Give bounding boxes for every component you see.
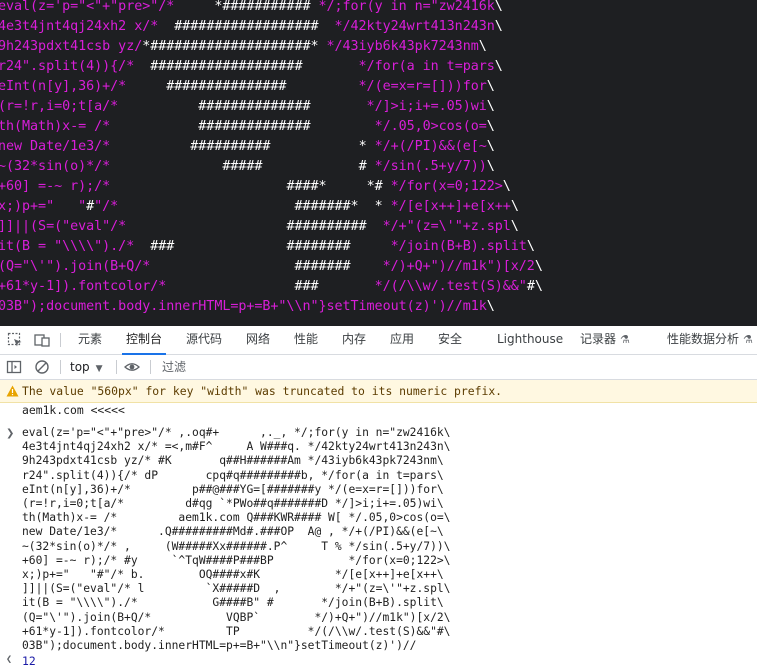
art-line: +61*y-1]).fontcolor/* ### */(/\\w/.test(… (0, 279, 543, 294)
console-input-line: eInt(n[y],36)+/* p##@###YG=[#######y */(… (22, 482, 444, 496)
tab-application[interactable]: 应用 (390, 326, 414, 354)
art-line: eval(z='p="<"+"pre>"/* *########### */;f… (0, 0, 503, 14)
console-input-line: +60] =-~ r);/* #y `^TqW####P###BP */for(… (22, 553, 451, 567)
art-line: (r=!r,i=0;t[a/* ############## */]>i;i+=… (0, 99, 495, 114)
art-line: 03B");document.body.innerHTML=p+=B+"\\n"… (0, 299, 495, 314)
warning-text: The value "560px" for key "width" was tr… (22, 384, 503, 398)
eye-icon[interactable] (124, 359, 140, 375)
toolbar-divider (116, 360, 117, 374)
console-toolbar: top ▼ (0, 355, 757, 380)
art-line: th(Math)x-= /* ############## */.05,0>co… (0, 119, 495, 134)
tab-performance[interactable]: 性能 (294, 326, 318, 354)
art-line: 9h243pdxt41csb yz/*####################*… (0, 39, 487, 54)
tab-memory[interactable]: 内存 (342, 326, 366, 354)
console-input-line: ]]||(S=("eval"/* l `X#####D , */+"(z=\'"… (22, 582, 451, 596)
tab-elements[interactable]: 元素 (78, 326, 102, 354)
console-input-line: x;)p+=" "#"/* b. OQ####x#K */[e[x++]+e[x… (22, 568, 444, 581)
tab-security[interactable]: 安全 (438, 326, 462, 354)
inspect-element-icon[interactable] (7, 332, 23, 348)
console-input-line: it(B = "\\\\")./* G####B" # */join(B+B).… (22, 596, 444, 610)
chevron-right-icon[interactable]: ❯ (6, 428, 14, 439)
warning-icon (6, 385, 19, 397)
console-input-line: 4e3t4jnt4qj24xh2 x/* =<,m#F^ A W###q. */… (22, 440, 451, 454)
dropdown-caret-icon: ▼ (95, 364, 103, 374)
art-line: it(B = "\\\\")./* ### ######## */join(B+… (0, 239, 535, 254)
console-warning-message: The value "560px" for key "width" was tr… (0, 380, 757, 403)
console-input-line: eval(z='p="<"+"pre>"/* ,.oq#+ ,._, */;fo… (22, 426, 451, 439)
art-line: r24".split(4)){/* ################### */… (0, 59, 503, 74)
tab-lighthouse[interactable]: Lighthouse (497, 326, 563, 354)
clear-console-icon[interactable] (34, 359, 50, 375)
art-line: eInt(n[y],36)+/* ############### */(e=x=… (0, 79, 495, 94)
chevron-left-icon: ❮ (6, 654, 13, 665)
tab-recorder[interactable]: 记录器 ⚗ (580, 326, 630, 354)
art-line: x;)p+=" "#"/* #######* * */[e[x++]+e[x++… (0, 199, 519, 214)
console-log-message: aem1k.com <<<<< (22, 403, 125, 417)
console-input-line: (r=!r,i=0;t[a/* d#qg `*PWo##q#######D */… (22, 497, 444, 510)
page-render-area: eval(z='p="<"+"pre>"/* *########### */;f… (0, 0, 757, 326)
toolbar-divider (60, 333, 61, 347)
toolbar-divider (150, 360, 151, 374)
devtools-tab-bar: 元素 控制台 源代码 网络 性能 内存 应用 安全 Lighthouse 记录器… (0, 326, 757, 355)
tab-performance-insights[interactable]: 性能数据分析 ⚗ (667, 326, 753, 354)
context-selector-value: top (70, 360, 90, 374)
art-line: new Date/1e3/* ########## * */+(/PI)&&(e… (0, 139, 495, 154)
console-input-line: r24".split(4)){/* dP cpq#q#########b, */… (22, 468, 444, 482)
art-line: +60] =-~ r);/* ####* *# */for(x=0;122>\ (0, 179, 511, 194)
art-line: 4e3t4jnt4qj24xh2 x/* ################## … (0, 19, 503, 34)
console-input-line: (Q="\'").join(B+Q/* VQBP` */)+Q+")//m1k"… (22, 610, 451, 624)
sidebar-toggle-icon[interactable] (6, 359, 22, 375)
console-input-line: 9h243pdxt41csb yz/* #K q##H######Am */43… (22, 454, 444, 468)
console-input-line: th(Math)x-= /* aem1k.com Q###KWR#### W[ … (22, 511, 451, 525)
console-filter-input[interactable] (158, 356, 756, 377)
tab-recorder-label: 记录器 (580, 332, 617, 346)
art-line: (Q="\'").join(B+Q/* ####### */)+Q+")//m1… (0, 259, 543, 274)
tab-network[interactable]: 网络 (246, 326, 270, 354)
art-line: ~(32*sin(o)*/* ##### # */sin(.5+y/7))\ (0, 159, 495, 174)
console-input-line: 03B");document.body.innerHTML=p+=B+"\\n"… (22, 639, 417, 652)
art-line: ]]||(S=("eval"/* ########## */+"(z=\'"+z… (0, 219, 519, 234)
tab-console[interactable]: 控制台 (121, 326, 167, 355)
tab-sources[interactable]: 源代码 (186, 326, 222, 354)
flask-icon: ⚗ (620, 333, 630, 346)
console-input-line: ~(32*sin(o)*/* , (W#####Xx######.P^ T % … (22, 539, 451, 553)
device-toolbar-icon[interactable] (34, 332, 50, 348)
console-input-line: new Date/1e3/* .Q#########Md#.###OP A@ ,… (22, 525, 444, 539)
context-selector[interactable]: top ▼ (70, 359, 103, 375)
tab-performance-insights-label: 性能数据分析 (667, 332, 740, 346)
toolbar-divider (60, 360, 61, 374)
flask-icon: ⚗ (743, 333, 753, 346)
console-result-value: 12 (22, 654, 36, 668)
console-input-line: +61*y-1]).fontcolor/* TP */(/\\w/.test(S… (22, 624, 451, 638)
